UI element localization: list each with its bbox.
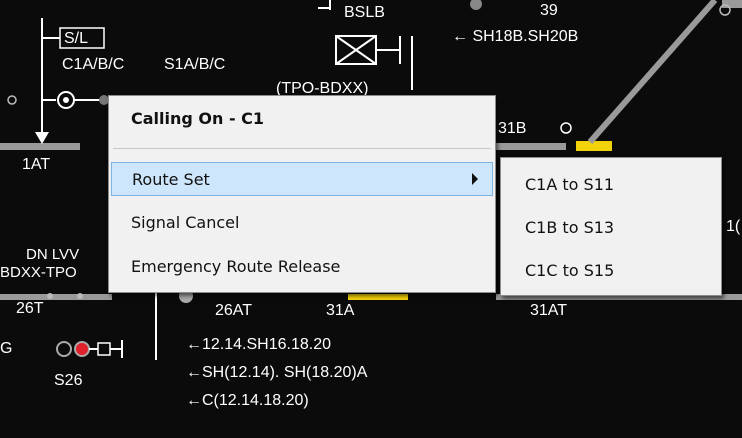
- signal-31b-icon[interactable]: [560, 122, 572, 134]
- menu-item-label: Emergency Route Release: [131, 257, 341, 276]
- submenu-item-label: C1C to S15: [525, 261, 615, 280]
- context-menu: Calling On - C1 Route Set Signal Cancel …: [108, 95, 496, 293]
- track-occupied-yellow-lower[interactable]: [348, 294, 408, 300]
- submenu-item-c1c-to-s15[interactable]: C1C to S15: [503, 252, 719, 288]
- menu-item-route-set[interactable]: Route Set: [111, 162, 493, 196]
- track-segment-upper-right[interactable]: [496, 143, 566, 150]
- signalling-display: BSLB 39 ← SH18B.SH20B S/L C1A/B/C S1A/B/…: [0, 0, 742, 438]
- track-crossover-diagonal[interactable]: [587, 0, 718, 144]
- menu-item-signal-cancel[interactable]: Signal Cancel: [111, 206, 493, 240]
- track-joint-dot: [77, 293, 83, 299]
- label-bdxx-tpo: BDXX-TPO: [0, 264, 77, 281]
- label-edge-10: 1(: [726, 218, 741, 235]
- track-segment-1at[interactable]: [0, 143, 80, 150]
- label-route-a: ←12.14.SH16.18.20: [186, 336, 331, 353]
- menu-separator: [113, 148, 491, 149]
- signal-top-right-icon: [470, 0, 482, 10]
- menu-item-emergency-route-release[interactable]: Emergency Route Release: [111, 250, 493, 284]
- label-s26: S26: [54, 372, 83, 389]
- track-occupied-yellow-upper[interactable]: [576, 141, 612, 151]
- label-bslb: BSLB: [344, 4, 385, 21]
- signal-s26-lamp-off[interactable]: [56, 341, 72, 357]
- label-route-sh: ← SH18B.SH20B: [452, 28, 579, 45]
- submenu-item-label: C1B to S13: [525, 218, 615, 237]
- signal-s26-box: [97, 342, 111, 356]
- label-26at: 26AT: [215, 302, 253, 319]
- label-31a: 31A: [326, 302, 355, 319]
- label-26t: 26T: [16, 300, 44, 317]
- label-c1abc: C1A/B/C: [62, 56, 125, 73]
- submenu-item-label: C1A to S11: [525, 175, 615, 194]
- label-1at: 1AT: [22, 156, 51, 173]
- label-route-b: ←SH(12.14). SH(18.20)A: [186, 364, 368, 381]
- track-segment-top-right[interactable]: [722, 0, 742, 8]
- label-edge-g: G: [0, 340, 13, 357]
- label-route-c: ←C(12.14.18.20): [186, 392, 309, 409]
- menu-item-label: Signal Cancel: [131, 213, 240, 232]
- signal-edge-icon: [7, 95, 17, 105]
- submenu-item-c1a-to-s11[interactable]: C1A to S11: [503, 166, 719, 202]
- calling-on-signal-core-icon: [63, 97, 69, 103]
- label-sl: S/L: [64, 30, 89, 47]
- label-s1abc: S1A/B/C: [164, 56, 226, 73]
- label-31at: 31AT: [530, 302, 568, 319]
- label-dn-lvv: DN LVV: [26, 246, 80, 263]
- label-31b: 31B: [498, 120, 527, 137]
- signal-s26-red-lamp[interactable]: [74, 341, 90, 357]
- arrow-down-icon: [35, 132, 49, 144]
- track-joint-dot: [47, 293, 53, 299]
- submenu-arrow-icon: [472, 173, 478, 185]
- context-menu-title: Calling On - C1: [131, 109, 265, 128]
- submenu-item-c1b-to-s13[interactable]: C1B to S13: [503, 209, 719, 245]
- route-set-submenu: C1A to S11 C1B to S13 C1C to S15: [500, 157, 722, 296]
- label-39: 39: [540, 2, 558, 19]
- menu-item-label: Route Set: [132, 170, 210, 189]
